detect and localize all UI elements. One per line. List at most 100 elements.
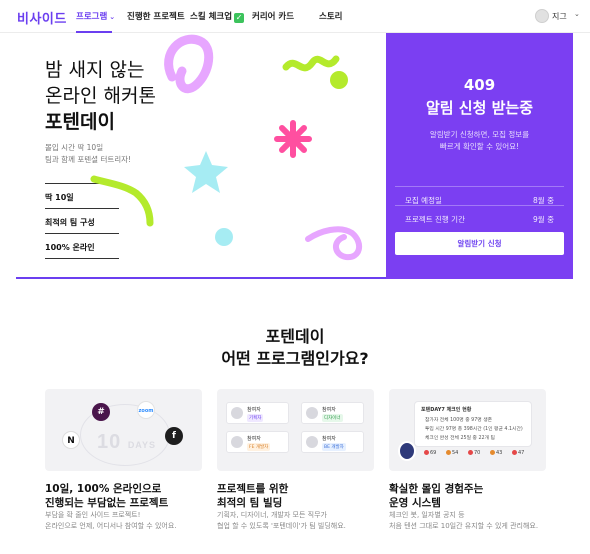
fact-item: 최적의 팀 구성 — [45, 208, 119, 233]
feature-card-title: 프로젝트를 위한 최적의 팀 빌딩 — [217, 482, 288, 510]
panel-description: 알림받기 신청하면, 모집 정보를 빠르게 확인할 수 있어요! — [386, 129, 573, 153]
member-name: 참여자 — [247, 436, 261, 442]
member-card: 참여자 기획자 — [226, 402, 289, 424]
flame-icon — [446, 450, 451, 455]
member-name: 참여자 — [322, 407, 336, 413]
user-name[interactable]: 지그 — [552, 11, 567, 22]
feature-card-title: 10일, 100% 온라인으로 진행되는 부담없는 프로젝트 — [45, 482, 168, 510]
nav-item-label: 진행한 프로젝트 — [127, 12, 185, 22]
days-word: DAYS — [127, 440, 156, 450]
flame-icon — [512, 450, 517, 455]
member-avatar — [306, 436, 318, 448]
section-title: 포텐데이 어떤 프로그램인가요? — [0, 326, 590, 370]
zoom-icon: zoom — [137, 401, 155, 419]
hero-divider — [16, 277, 386, 279]
nav-item-skill-checkup[interactable]: 스킬 체크업 ✓ — [190, 10, 245, 23]
avatar[interactable] — [535, 9, 549, 23]
feature-card-online: 10 DAYS # zoom f N — [45, 389, 202, 471]
feature-card-title-line: 운영 시스템 — [389, 497, 441, 509]
checkin-status-box: 포텐DAY7 체크인 현황 참가자 전체 100명 중 97명 생존 투입 시간… — [414, 401, 532, 447]
notion-icon: N — [62, 431, 80, 449]
hero-title-line: 온라인 해커톤 — [45, 85, 156, 107]
hero-title-line: 밤 새지 않는 — [45, 59, 145, 81]
checkin-status-heading: 포텐DAY7 체크인 현황 — [421, 407, 472, 413]
squiggle-lilac-bottom — [305, 226, 363, 261]
panel-description-line: 알림받기 신청하면, 모집 정보를 — [429, 130, 530, 139]
streak-count: 54 — [452, 450, 459, 456]
info-row-value: 9월 중 — [533, 215, 554, 224]
days-number: 10 — [97, 431, 122, 453]
checkin-status-row: 체크인 완성 전체 25일 중 22개 팀 — [425, 436, 495, 441]
feature-card-desc-line: 협업 할 수 있도록 '포텐데이'가 팀 빌딩해요. — [217, 522, 346, 530]
nav-item-label: 스토리 — [319, 12, 343, 22]
panel-description-line: 빠르게 확인할 수 있어요! — [439, 142, 520, 151]
streak-badge: 43 — [490, 450, 502, 456]
feature-card-desc-line: 온라인으로 언제, 어디서나 참여할 수 있어요. — [45, 522, 177, 530]
panel-headline: 알림 신청 받는중 — [425, 99, 534, 117]
hero-title: 밤 새지 않는 온라인 해커톤 포텐데이 — [45, 57, 156, 135]
applicant-count: 409 — [463, 76, 496, 94]
top-nav: 비사이드 프로그램 ⌄ 진행한 프로젝트 스킬 체크업 ✓ 커리어 카드 스토리 지… — [0, 0, 590, 33]
lime-dot — [330, 71, 348, 89]
squiggle-lilac-top — [164, 34, 214, 94]
figma-icon: f — [165, 427, 183, 445]
hero-subtitle: 몰입 시간 딱 10일 팀과 함께 포텐셜 터트리자! — [45, 142, 131, 166]
cyan-star — [184, 151, 228, 193]
feature-card-desc-line: 처음 텐션 그대로 10일간 유지할 수 있게 관리해요. — [389, 522, 539, 530]
feature-card-desc: 기획자, 디자이너, 개발자 모든 직무가 협업 할 수 있도록 '포텐데이'가… — [217, 510, 346, 532]
nav-item-label: 프로그램 — [76, 12, 108, 22]
hero-section: 밤 새지 않는 온라인 해커톤 포텐데이 몰입 시간 딱 10일 팀과 함께 포… — [0, 33, 590, 279]
member-name: 참여자 — [322, 436, 336, 442]
nav-item-label: 스킬 체크업 — [190, 12, 233, 22]
feature-card-title-line: 프로젝트를 위한 — [217, 483, 289, 495]
mascot-icon — [398, 441, 416, 461]
feature-card-desc-line: 체크인 봇, 일자별 공지 등 — [389, 511, 465, 519]
member-card: 참여자 디자이너 — [301, 402, 364, 424]
flame-icon — [424, 450, 429, 455]
days-watermark: 10 DAYS — [97, 431, 156, 454]
feature-card-desc: 부담을 확 줄인 사이드 프로젝트! 온라인으로 언제, 어디서나 참여할 수 … — [45, 510, 177, 532]
logo[interactable]: 비사이드 — [17, 8, 67, 27]
cyan-dot — [215, 228, 233, 246]
feature-card-desc-line: 기획자, 디자이너, 개발자 모든 직무가 — [217, 511, 327, 519]
nav-item-career-card[interactable]: 커리어 카드 — [252, 10, 294, 22]
feature-card-desc: 체크인 봇, 일자별 공지 등 처음 텐션 그대로 10일간 유지할 수 있게 … — [389, 510, 538, 532]
streak-badge: 47 — [512, 450, 524, 456]
feature-card-title: 확실한 몰입 경험주는 운영 시스템 — [389, 482, 483, 510]
pink-asterisk — [274, 120, 312, 158]
nav-item-program[interactable]: 프로그램 ⌄ — [76, 10, 115, 22]
hero-title-brand: 포텐데이 — [45, 111, 115, 133]
info-row: 프로젝트 진행 기간 9월 중 — [395, 205, 564, 227]
feature-card-desc-line: 부담을 확 줄인 사이드 프로젝트! — [45, 511, 141, 519]
feature-card-title-line: 진행되는 부담없는 프로젝트 — [45, 497, 169, 509]
info-row-key: 프로젝트 진행 기간 — [405, 215, 465, 224]
member-card: 참여자 FE 개발자 — [226, 431, 289, 453]
feature-card-team: 참여자 기획자 참여자 디자이너 참여자 FE 개발자 참여자 BE 개발자 — [217, 389, 374, 471]
member-avatar — [231, 407, 243, 419]
member-avatar — [306, 407, 318, 419]
streak-badge: 54 — [446, 450, 458, 456]
streak-count: 47 — [518, 450, 525, 456]
member-name: 참여자 — [247, 407, 261, 413]
feature-card-operation: 포텐DAY7 체크인 현황 참가자 전체 100명 중 97명 생존 투입 시간… — [389, 389, 546, 471]
streak-badge: 70 — [468, 450, 480, 456]
role-tag: 디자이너 — [322, 414, 343, 422]
notify-panel: 409 알림 신청 받는중 알림받기 신청하면, 모집 정보를 빠르게 확인할 … — [386, 33, 573, 279]
role-tag: BE 개발자 — [322, 443, 346, 451]
flame-icon — [468, 450, 473, 455]
feature-card-title-line: 확실한 몰입 경험주는 — [389, 483, 484, 495]
streak-count: 70 — [474, 450, 481, 456]
notify-signup-button[interactable]: 알림받기 신청 — [395, 232, 564, 255]
nav-item-story[interactable]: 스토리 — [319, 10, 342, 22]
hero-subtitle-line: 팀과 함께 포텐셜 터트리자! — [45, 155, 132, 164]
nav-item-label: 커리어 카드 — [252, 12, 295, 22]
fact-item: 딱 10일 — [45, 183, 119, 208]
checkin-status-row: 참가자 전체 100명 중 97명 생존 — [425, 418, 493, 423]
squiggle-lime-top — [282, 55, 340, 72]
nav-item-projects[interactable]: 진행한 프로젝트 — [127, 10, 185, 22]
member-avatar — [231, 436, 243, 448]
chevron-down-icon[interactable]: ⌄ — [574, 10, 580, 18]
feature-card-title-line: 10일, 100% 온라인으로 — [45, 483, 162, 495]
streak-count: 43 — [496, 450, 503, 456]
fact-item: 100% 온라인 — [45, 233, 119, 259]
